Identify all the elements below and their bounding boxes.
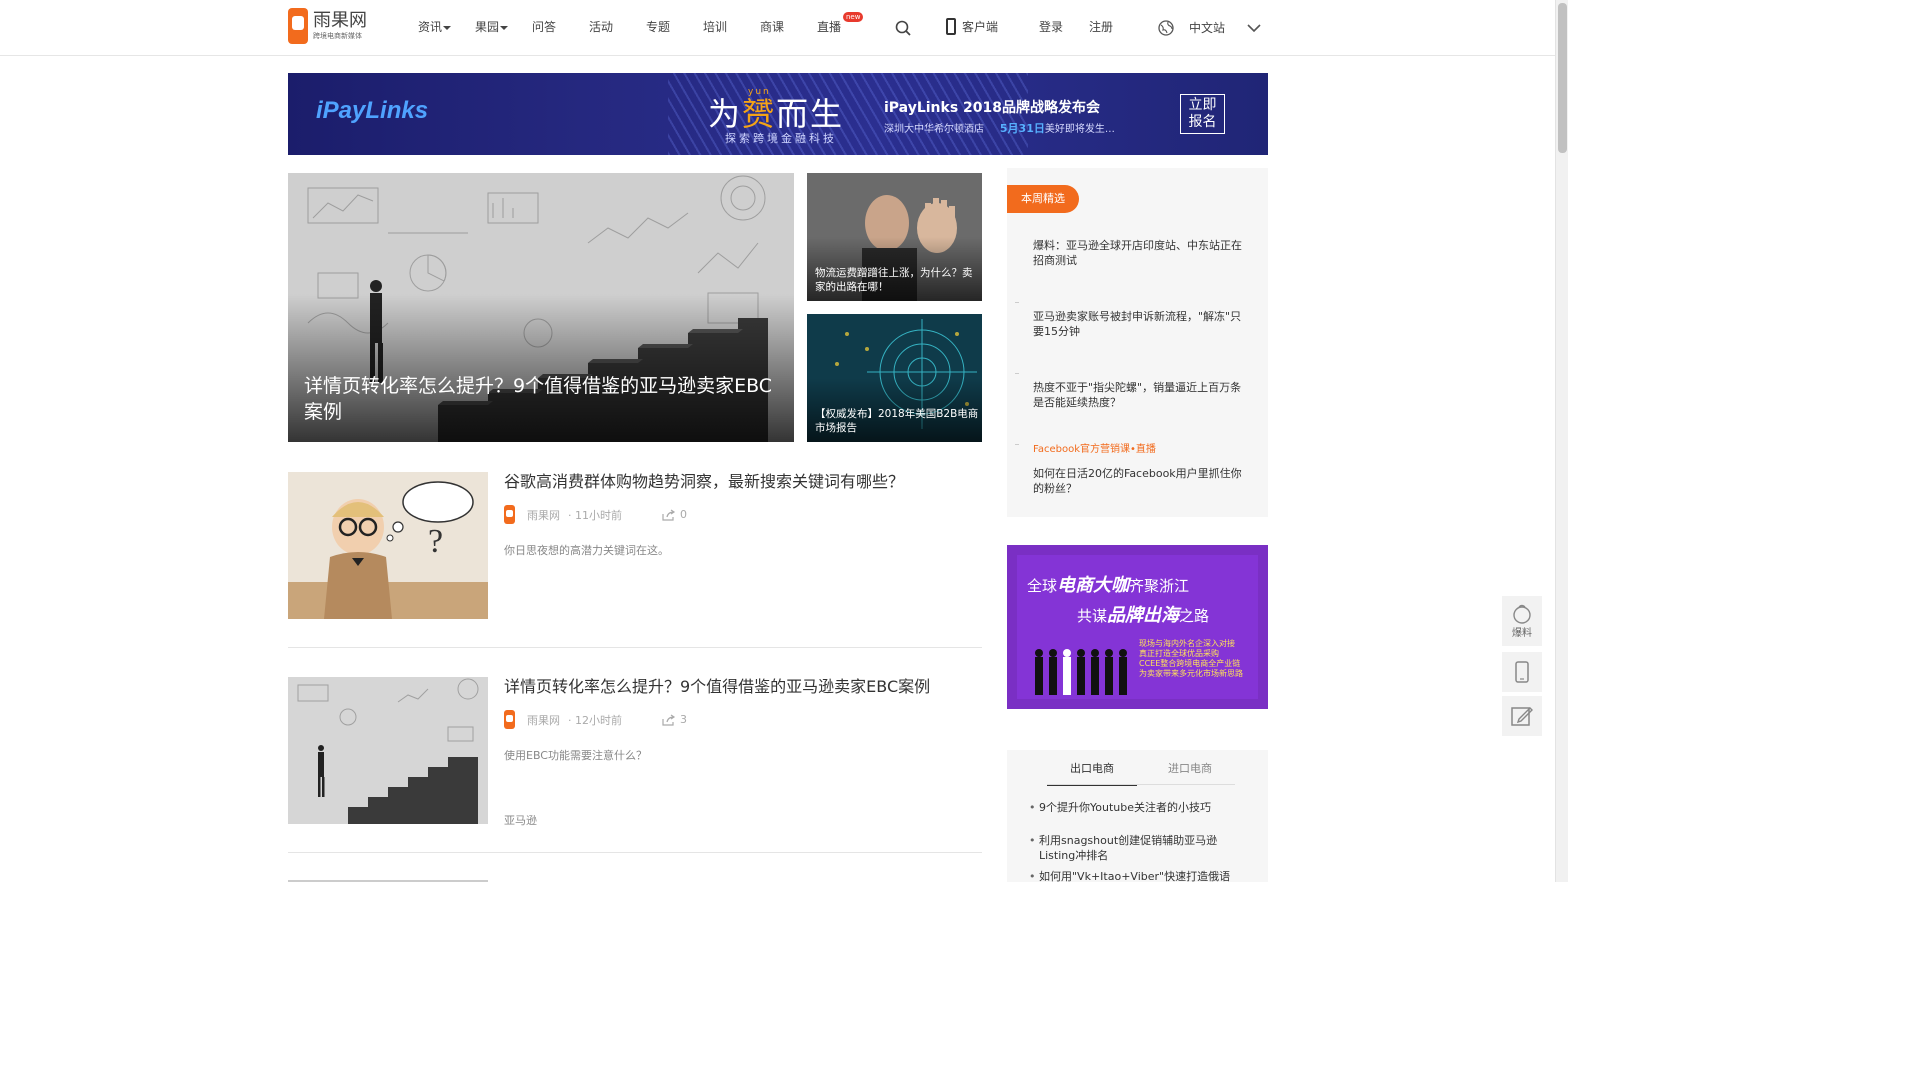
- hero-side-feature-1[interactable]: 物流运费蹭蹭往上涨，为什么？卖家的出路在哪！: [807, 173, 982, 301]
- page-scrollbar[interactable]: [1555, 0, 1568, 882]
- logo-slogan: 跨境电商新媒体: [313, 32, 362, 40]
- scrollbar-thumb[interactable]: [1558, 3, 1567, 153]
- nav-item-orchard[interactable]: 果园: [475, 18, 532, 35]
- tab-export-ecommerce[interactable]: 出口电商: [1047, 760, 1137, 786]
- article-time: · 11小时前: [568, 508, 622, 522]
- next-article-thumbnail-edge: [288, 880, 488, 882]
- report-icon: [1513, 604, 1531, 624]
- weekly-picks-panel: 本周精选 爆料：亚马逊全球开店印度站、中东站正在招商测试 亚马逊卖家账号被封申诉…: [1007, 168, 1268, 517]
- top-header: 雨果网 跨境电商新媒体 资讯 果园 问答 活动 专题 培训 商课 直播 new 客…: [0, 0, 1555, 56]
- weekly-item[interactable]: 亚马逊卖家账号被封申诉新流程，"解冻"只要15分钟: [1033, 309, 1243, 339]
- ecommerce-tabs-panel: 出口电商 进口电商 9个提升你Youtube关注者的小技巧 利用snagshou…: [1007, 750, 1268, 882]
- weekly-item[interactable]: 如何在日活20亿的Facebook用户里抓住你的粉丝？: [1033, 466, 1243, 496]
- top-banner-ad[interactable]: iPayLinks 为 yun 赟而生 探索跨境金融科技 iPayLinks 201…: [288, 73, 1268, 155]
- article-meta: 雨果网 · 11小时前 0: [504, 505, 687, 524]
- banner-slogan: 为 yun 赟而生: [708, 87, 845, 133]
- source-logo-icon: [504, 505, 515, 524]
- article-source[interactable]: 雨果网: [527, 712, 560, 728]
- tab-list-item[interactable]: 如何用"Vk+Itao+Viber"快速打造俄语市场: [1029, 869, 1239, 882]
- nav-item-events[interactable]: 活动: [589, 18, 646, 35]
- ad-headline-1: 全球电商大咖齐聚浙江: [1027, 575, 1190, 596]
- mobile-phone-icon: [1515, 661, 1529, 683]
- nav-item-training[interactable]: 培训: [703, 18, 760, 35]
- article-tag[interactable]: 亚马逊: [504, 812, 537, 828]
- new-badge: new: [843, 12, 864, 22]
- article-title[interactable]: 详情页转化率怎么提升？9个值得借鉴的亚马逊卖家EBC案例: [504, 677, 930, 697]
- share-count: 3: [680, 713, 687, 726]
- share-count: 0: [680, 508, 687, 521]
- caret-down-icon: [500, 25, 509, 30]
- weekly-picks-badge: 本周精选: [1007, 185, 1079, 213]
- chevron-down-icon: [1247, 23, 1261, 32]
- banner-brand-logo: iPayLinks: [316, 97, 429, 124]
- mobile-phone-icon: [946, 18, 956, 35]
- edit-icon: [1511, 707, 1533, 726]
- hero-main-feature[interactable]: 详情页转化率怎么提升？9个值得借鉴的亚马逊卖家EBC案例: [288, 173, 794, 442]
- caret-down-icon: [443, 25, 452, 30]
- nav-item-courses[interactable]: 商课: [760, 18, 817, 35]
- divider: [288, 647, 982, 648]
- banner-slogan-sub: 探索跨境金融科技: [725, 132, 837, 145]
- logo-icon: [288, 8, 308, 44]
- side-banner-ad[interactable]: 全球电商大咖齐聚浙江 共谋品牌出海之路 现场与海内外名企深入对接 真正打造全球优…: [1007, 545, 1268, 709]
- article-thumbnail[interactable]: [288, 677, 488, 824]
- ad-headline-2: 共谋品牌出海之路: [1077, 605, 1210, 626]
- login-link[interactable]: 登录: [1039, 18, 1063, 35]
- list-dash: [1015, 302, 1019, 303]
- article-summary: 使用EBC功能需要注意什么？: [504, 749, 647, 762]
- site-logo[interactable]: 雨果网 跨境电商新媒体: [288, 8, 367, 44]
- submit-article-button[interactable]: [1502, 696, 1542, 736]
- list-dash: [1015, 373, 1019, 374]
- share-icon[interactable]: [662, 714, 676, 726]
- article-item: 详情页转化率怎么提升？9个值得借鉴的亚马逊卖家EBC案例 雨果网 · 12小时前…: [288, 677, 982, 827]
- page: 雨果网 跨境电商新媒体 资讯 果园 问答 活动 专题 培训 商课 直播 new 客…: [0, 0, 1568, 882]
- ad-bullets: 现场与海内外名企深入对接 真正打造全球优品采购 CCEE整合跨境电商全产业链 为…: [1139, 639, 1243, 678]
- report-news-button[interactable]: 爆料: [1502, 596, 1542, 646]
- source-logo-icon: [504, 710, 515, 729]
- main-nav: 资讯 果园 问答 活动 专题 培训 商课 直播 new: [418, 12, 874, 35]
- divider: [288, 852, 982, 853]
- logo-name: 雨果网: [313, 10, 367, 31]
- svg-text:?: ?: [428, 523, 443, 560]
- nav-item-live[interactable]: 直播 new: [817, 12, 874, 35]
- banner-event-title: iPayLinks 2018品牌战略发布会: [884, 100, 1100, 116]
- article-thumbnail[interactable]: ?: [288, 472, 488, 619]
- nav-item-news[interactable]: 资讯: [418, 18, 475, 35]
- article-source[interactable]: 雨果网: [527, 507, 560, 523]
- weekly-item[interactable]: 爆料：亚马逊全球开店印度站、中东站正在招商测试: [1033, 238, 1243, 268]
- weekly-item[interactable]: 热度不亚于"指尖陀螺"，销量逼近上百万条是否能延续热度？: [1033, 380, 1243, 410]
- ad-people-silhouettes: [1035, 649, 1127, 695]
- share-icon[interactable]: [662, 509, 676, 521]
- list-dash: [1015, 444, 1019, 445]
- hero-side-feature-2[interactable]: 【权威发布】2018年美国B2B电商市场报告: [807, 314, 982, 442]
- article-summary: 你日思夜想的高潜力关键词在这。: [504, 544, 669, 557]
- nav-item-qa[interactable]: 问答: [532, 18, 589, 35]
- hero-main-title: 详情页转化率怎么提升？9个值得借鉴的亚马逊卖家EBC案例: [304, 375, 773, 423]
- mobile-app-button[interactable]: [1502, 652, 1542, 692]
- article-time: · 12小时前: [568, 713, 622, 727]
- banner-event-venue: 深圳大中华希尔顿酒店 5月31日美好即将发生…: [884, 122, 1115, 135]
- article-title[interactable]: 谷歌高消费群体购物趋势洞察，最新搜索关键词有哪些？: [504, 472, 904, 492]
- article-item: ? 谷歌高消费群体购物趋势洞察，最新搜索关键词有哪些？ 雨果网 · 11小时前 …: [288, 472, 982, 619]
- tab-list-item[interactable]: 利用snagshout创建促销辅助亚马逊Listing冲排名: [1029, 833, 1239, 863]
- hero-side-caption-1: 物流运费蹭蹭往上涨，为什么？卖家的出路在哪！: [815, 267, 973, 293]
- weekly-live-label[interactable]: Facebook官方营销课•直播: [1033, 440, 1156, 455]
- nav-item-topics[interactable]: 专题: [646, 18, 703, 35]
- language-selector[interactable]: 中文站: [1158, 19, 1261, 36]
- globe-icon: [1158, 19, 1174, 36]
- client-download-link[interactable]: 客户端: [946, 18, 998, 35]
- hero-side-caption-2: 【权威发布】2018年美国B2B电商市场报告: [815, 408, 979, 434]
- tab-import-ecommerce[interactable]: 进口电商: [1145, 760, 1235, 784]
- tab-underline: [1047, 784, 1235, 785]
- register-link[interactable]: 注册: [1089, 18, 1113, 35]
- banner-signup-button[interactable]: 立即 报名: [1180, 94, 1225, 134]
- article-meta: 雨果网 · 12小时前 3: [504, 710, 687, 729]
- search-icon[interactable]: [895, 20, 911, 36]
- tab-list-item[interactable]: 9个提升你Youtube关注者的小技巧: [1029, 800, 1239, 815]
